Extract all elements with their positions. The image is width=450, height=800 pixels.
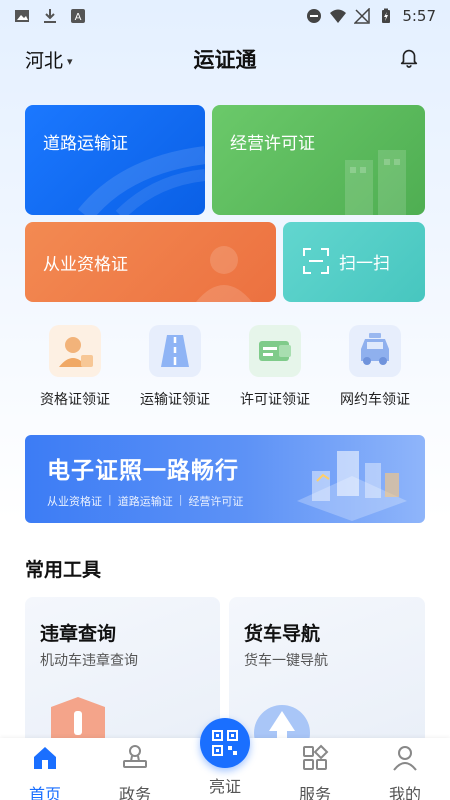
scan-card[interactable]: 扫一扫 — [283, 222, 425, 302]
license-card-icon — [249, 325, 301, 377]
app-notification-icon: A — [71, 9, 85, 23]
tab-label: 亮证 — [208, 777, 241, 796]
tool-title: 违章查询 — [40, 623, 117, 645]
qualification-label: 从业资格证 — [43, 255, 128, 275]
person-card-icon — [49, 325, 101, 377]
road-decoration — [77, 146, 205, 215]
tab-label: 政务 — [118, 785, 151, 800]
scan-icon — [303, 248, 329, 274]
battery-icon — [382, 8, 391, 23]
image-icon — [15, 10, 29, 22]
person-icon — [196, 246, 252, 302]
banner-separator: | — [178, 493, 183, 506]
tab-home[interactable]: 首页 — [10, 744, 80, 800]
stamp-icon — [123, 745, 147, 768]
city-illustration — [297, 451, 407, 521]
quick-action-permit[interactable]: 许可证领证 — [225, 325, 325, 409]
grid-icon — [303, 744, 329, 770]
tab-government[interactable]: 政务 — [100, 744, 170, 800]
user-icon — [393, 746, 417, 771]
banner-separator: | — [108, 493, 112, 506]
show-credential-button[interactable] — [200, 718, 250, 768]
quick-action-taxi[interactable]: 网约车领证 — [325, 325, 425, 409]
wifi-icon — [330, 9, 347, 23]
banner-title: 电子证照一路畅行 — [47, 458, 239, 484]
home-icon — [34, 747, 56, 769]
download-icon — [44, 9, 56, 23]
no-signal-icon — [354, 8, 371, 24]
quick-action-qualification[interactable]: 资格证领证 — [25, 325, 125, 409]
tools-section-title: 常用工具 — [25, 559, 102, 581]
banner-tags: 从业资格证 | 道路运输证 | 经营许可证 — [47, 493, 243, 509]
road-icon — [149, 325, 201, 377]
tab-label: 我的 — [388, 785, 421, 800]
tool-subtitle: 货车一键导航 — [244, 653, 328, 669]
quick-action-label: 运输证领证 — [140, 392, 210, 408]
app-header: 河北 ▾ 运证通 — [0, 38, 450, 78]
tool-title: 货车导航 — [244, 623, 321, 645]
quick-action-label: 资格证领证 — [40, 392, 110, 408]
tab-services[interactable]: 服务 — [280, 744, 350, 800]
road-transport-card[interactable]: 道路运输证 — [25, 105, 205, 215]
quick-action-transport[interactable]: 运输证领证 — [125, 325, 225, 409]
tab-mine[interactable]: 我的 — [370, 744, 440, 800]
road-transport-label: 道路运输证 — [43, 134, 128, 154]
bell-icon[interactable] — [398, 46, 420, 68]
qr-code-icon — [212, 730, 238, 756]
tab-label: 服务 — [298, 785, 331, 800]
scan-label: 扫一扫 — [339, 253, 390, 274]
promo-banner[interactable]: 电子证照一路畅行 从业资格证 | 道路运输证 | 经营许可证 — [25, 435, 425, 523]
taxi-icon — [349, 325, 401, 377]
building-icon — [345, 150, 406, 215]
status-bar: A 5:57 — [0, 0, 450, 32]
business-permit-label: 经营许可证 — [230, 134, 315, 154]
truck-navigation-card[interactable]: 货车导航 货车一键导航 — [229, 597, 425, 757]
qualification-card[interactable]: 从业资格证 — [25, 222, 276, 302]
banner-tag: 经营许可证 — [188, 495, 244, 508]
quick-action-label: 许可证领证 — [240, 392, 310, 408]
dnd-icon — [307, 9, 322, 23]
banner-tag: 道路运输证 — [117, 495, 173, 508]
violation-query-card[interactable]: 违章查询 机动车违章查询 — [25, 597, 220, 757]
status-time: 5:57 — [402, 7, 436, 25]
quick-actions: 资格证领证 运输证领证 许可证领证 网约车领证 — [0, 325, 450, 415]
page-title: 运证通 — [193, 48, 257, 72]
banner-tag: 从业资格证 — [47, 495, 102, 508]
business-permit-card[interactable]: 经营许可证 — [212, 105, 425, 215]
quick-action-label: 网约车领证 — [340, 392, 410, 408]
svg-text:A: A — [75, 12, 82, 23]
tab-label: 首页 — [28, 785, 61, 800]
tool-subtitle: 机动车违章查询 — [40, 653, 138, 669]
